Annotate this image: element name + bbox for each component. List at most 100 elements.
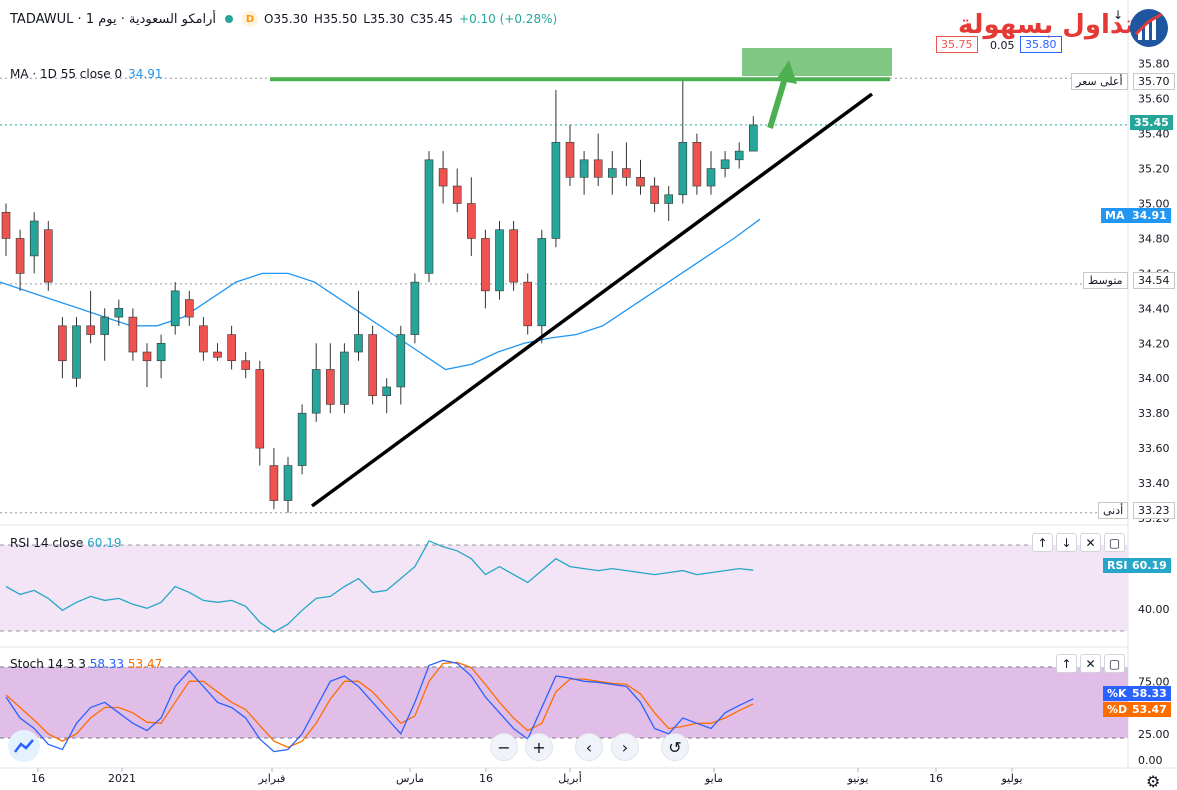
brand-logo: التداول بسهولة — [958, 10, 1154, 40]
resistance-zone — [742, 48, 892, 76]
chart-root[interactable]: 35.8035.6035.4035.2035.0034.8034.6034.40… — [0, 0, 1177, 790]
move-up-button[interactable]: ↑ — [1056, 654, 1077, 673]
last-price-tag: 35.45 — [1130, 115, 1173, 130]
brand-logo-text: التداول بسهولة — [958, 10, 1155, 40]
candle-body — [114, 308, 124, 318]
stoch-k-legend-value: 58.33 — [89, 657, 125, 671]
candle-body — [579, 159, 589, 178]
low-label-tag: أدنى — [1098, 502, 1129, 519]
ma-name-tag: MA — [1101, 208, 1129, 223]
close-pane-button[interactable]: ✕ — [1080, 533, 1101, 552]
stoch-pane-controls: ↑ ✕ ▢ — [1056, 654, 1125, 673]
brand-emblem-icon — [1128, 8, 1170, 48]
candle-body — [1, 211, 11, 239]
candle-body — [748, 124, 758, 152]
ohlc-open: O35.30 — [264, 12, 308, 26]
candle-body — [297, 412, 307, 466]
spread-value: 0.05 — [990, 39, 1015, 52]
scroll-left-button[interactable]: ‹ — [575, 733, 603, 761]
candle-body — [100, 316, 109, 335]
zoom-out-button[interactable]: − — [490, 733, 518, 761]
move-up-button[interactable]: ↑ — [1032, 533, 1053, 552]
price-tick-label: 33.60 — [1138, 442, 1170, 455]
reset-chart-button[interactable]: ↺ — [661, 733, 689, 761]
time-tick-label: 16 — [31, 772, 45, 785]
low-value-tag: 33.23 — [1133, 502, 1175, 519]
price-tick-label: 33.80 — [1138, 407, 1170, 420]
time-tick-label: مايو — [704, 772, 723, 785]
chart-canvas[interactable]: 35.8035.6035.4035.2035.0034.8034.6034.40… — [0, 0, 1177, 790]
tradingview-logo-icon[interactable] — [8, 730, 40, 762]
candle-body — [706, 168, 716, 187]
support-trendline — [310, 92, 874, 508]
rsi-legend[interactable]: RSI 14 close 60.19 — [10, 536, 122, 550]
collapse-arrow-icon[interactable]: ↓ — [1113, 8, 1123, 22]
rsi-band — [0, 545, 1128, 631]
candle-body — [283, 465, 293, 501]
candle-body — [734, 150, 744, 161]
candle-body — [368, 334, 377, 396]
candle-body — [607, 168, 617, 178]
candle-body — [678, 142, 688, 196]
candle-body — [720, 159, 730, 169]
price-tick-label: 33.40 — [1138, 477, 1170, 490]
candle-body — [227, 334, 236, 362]
time-tick-label: 16 — [929, 772, 943, 785]
candle-body — [622, 168, 631, 178]
stoch-tick-label: 0.00 — [1138, 754, 1163, 767]
rsi-axis-tick: 40.00 — [1138, 603, 1170, 616]
candle-body — [142, 351, 152, 362]
candle-body — [311, 369, 321, 414]
breakout-arrow-shaft — [767, 77, 788, 129]
candle-body — [551, 142, 561, 239]
interval-badge: D — [242, 11, 259, 27]
candle-body — [692, 142, 702, 187]
candle-body — [325, 369, 335, 405]
candle-body — [128, 316, 138, 353]
high-value-tag: 35.70 — [1133, 73, 1175, 90]
candle-body — [537, 238, 547, 327]
symbol-title[interactable]: أرامكو السعودية · يوم 1 · TADAWUL — [10, 12, 216, 27]
stoch-tick-label: 25.00 — [1138, 728, 1170, 741]
candle-body — [509, 229, 518, 283]
symbol-legend: أرامكو السعودية · يوم 1 · TADAWUL D O35.… — [10, 11, 557, 27]
ma-line — [0, 218, 761, 371]
time-tick-label: 2021 — [108, 772, 136, 785]
ma-value-tag: 34.91 — [1128, 208, 1171, 223]
rsi-pane-controls: ↑ ↓ ✕ ▢ — [1032, 533, 1125, 552]
candle-body — [650, 185, 659, 204]
time-tick-label: فبراير — [258, 772, 286, 785]
stoch-d-value-tag: 53.47 — [1128, 702, 1171, 717]
move-down-button[interactable]: ↓ — [1056, 533, 1077, 552]
ma-legend-label: MA · 1D 55 close 0 — [10, 67, 123, 81]
candle-body — [354, 334, 363, 353]
candle-body — [593, 159, 603, 178]
high-label-tag: أعلى سعر — [1071, 73, 1128, 90]
settings-gear-icon[interactable]: ⚙ — [1146, 772, 1160, 790]
candle-body — [86, 325, 95, 335]
stoch-k-value-tag: 58.33 — [1128, 686, 1171, 701]
candle-body — [481, 238, 490, 292]
candle-body — [424, 159, 434, 274]
candle-body — [438, 168, 448, 187]
zoom-in-button[interactable]: + — [525, 733, 553, 761]
price-tick-label: 34.20 — [1138, 337, 1170, 350]
candle-body — [340, 351, 349, 405]
time-tick-label: يونيو — [847, 772, 869, 785]
candle-body — [410, 281, 420, 335]
mid-value-tag: 34.54 — [1133, 272, 1175, 289]
candle-body — [241, 360, 250, 370]
rsi-legend-label: RSI 14 close — [10, 536, 84, 550]
scroll-right-button[interactable]: › — [611, 733, 639, 761]
close-pane-button[interactable]: ✕ — [1080, 654, 1101, 673]
price-tick-label: 35.20 — [1138, 163, 1170, 176]
time-tick-label: أبريل — [558, 771, 582, 785]
stoch-legend[interactable]: Stoch 14 3 3 58.33 53.47 — [10, 657, 162, 671]
ma-legend[interactable]: MA · 1D 55 close 0 34.91 — [10, 67, 163, 81]
price-tick-label: 34.40 — [1138, 302, 1170, 315]
candle-body — [466, 203, 476, 239]
maximize-pane-button[interactable]: ▢ — [1104, 654, 1125, 673]
candle-body — [199, 325, 208, 353]
maximize-pane-button[interactable]: ▢ — [1104, 533, 1125, 552]
candle-body — [565, 142, 575, 178]
